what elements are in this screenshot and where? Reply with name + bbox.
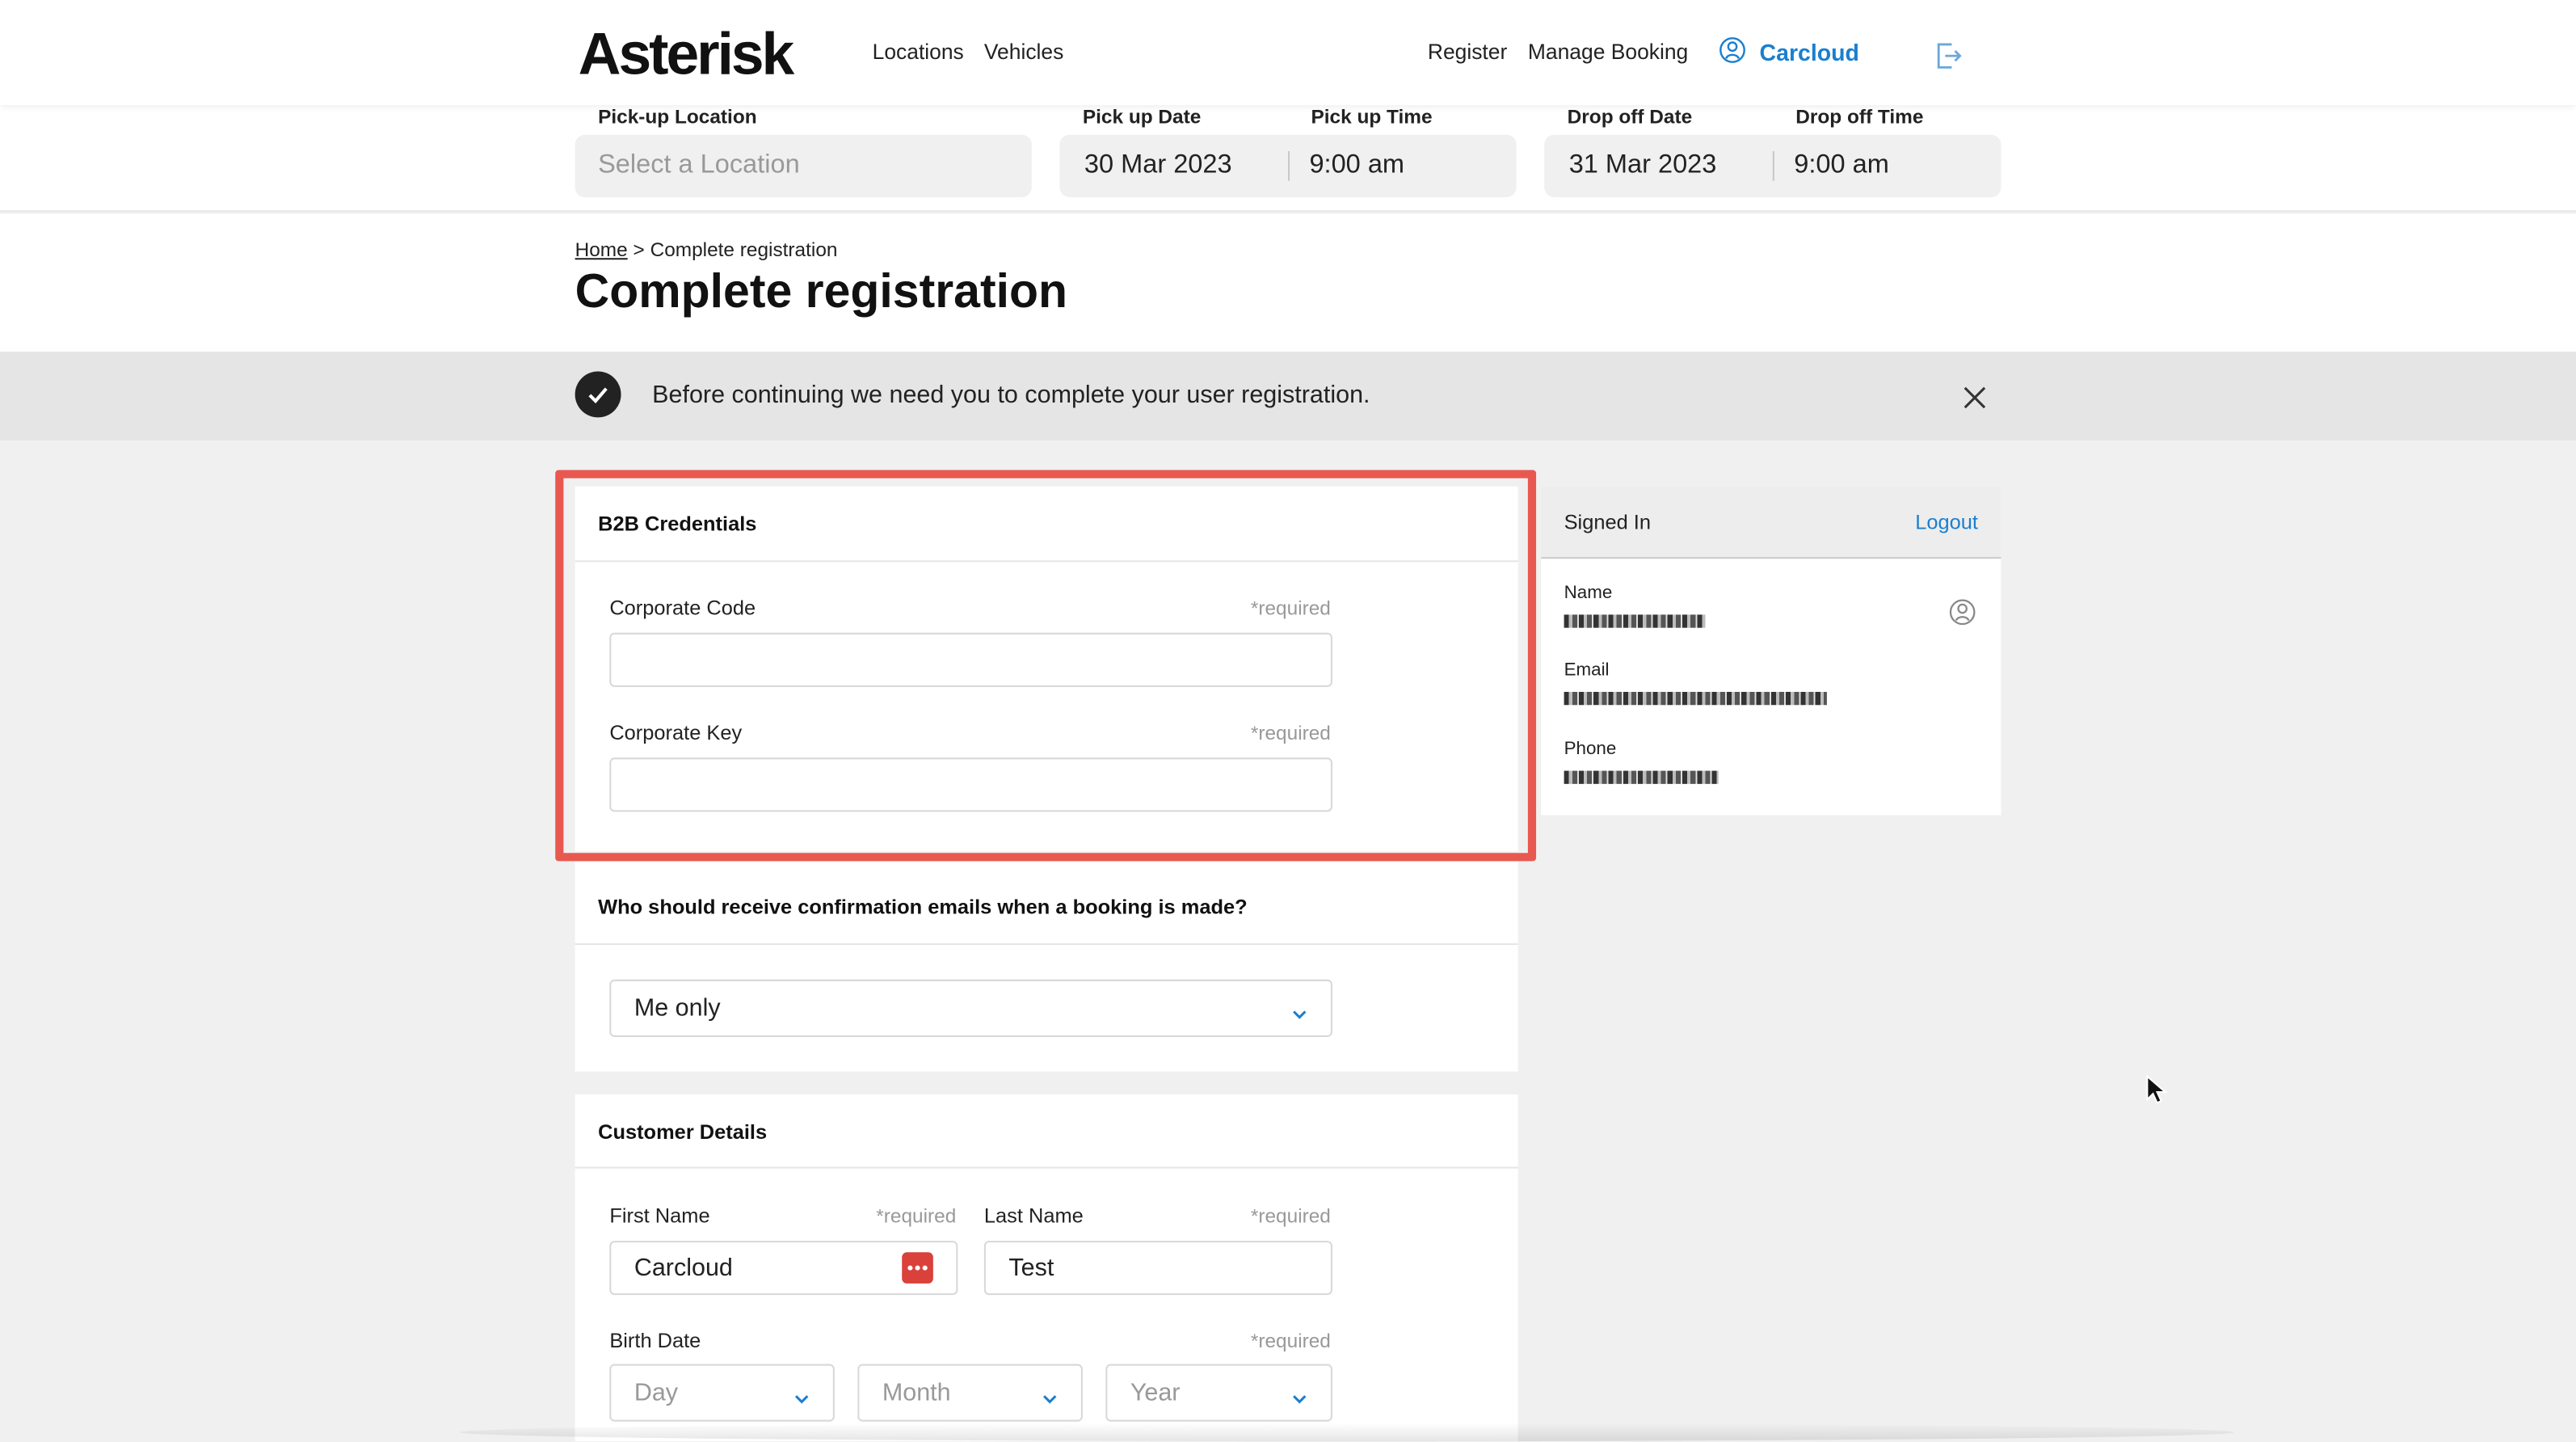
- pickup-date-label: Pick up Date: [1082, 105, 1202, 129]
- brand-logo[interactable]: Asterisk: [579, 19, 795, 88]
- nav-manage-booking[interactable]: Manage Booking: [1528, 40, 1688, 64]
- b2b-title: B2B Credentials: [598, 512, 757, 536]
- customer-title: Customer Details: [598, 1120, 768, 1145]
- corporate-code-required: *required: [1250, 597, 1331, 620]
- corporate-key-required: *required: [1250, 721, 1331, 745]
- registration-notice: Before continuing we need you to complet…: [0, 352, 2576, 441]
- window-bottom-shadow: [460, 1423, 2235, 1442]
- birth-date-required: *required: [1250, 1329, 1331, 1353]
- dropoff-date-value[interactable]: 31 Mar 2023: [1569, 151, 1717, 181]
- day-placeholder: Day: [633, 1378, 679, 1407]
- corporate-key-input[interactable]: [609, 757, 1332, 812]
- dropoff-divider: [1772, 151, 1774, 181]
- password-manager-icon[interactable]: [902, 1252, 933, 1284]
- redacted-name: [1564, 614, 1706, 628]
- pickup-date-value[interactable]: 30 Mar 2023: [1084, 151, 1232, 181]
- redacted-phone: [1564, 770, 1719, 784]
- close-icon[interactable]: [1962, 385, 1989, 411]
- dropoff-time-label: Drop off Time: [1795, 105, 1924, 129]
- nav-register[interactable]: Register: [1428, 40, 1507, 64]
- title-area: Home > Complete registration Complete re…: [0, 213, 2576, 352]
- signed-in-details: Name Email Phone: [1541, 559, 2001, 816]
- chevron-down-icon: [793, 1385, 810, 1403]
- pickup-time-label: Pick up Time: [1311, 105, 1433, 129]
- top-header: Asterisk Locations Vehicles Register Man…: [0, 0, 2576, 106]
- pickup-divider: [1288, 151, 1290, 181]
- page: Asterisk Locations Vehicles Register Man…: [0, 0, 2576, 1442]
- logout-icon[interactable]: [1932, 40, 1965, 73]
- signed-in-title: Signed In: [1564, 511, 1652, 534]
- card-divider: [575, 560, 1518, 563]
- nav-locations[interactable]: Locations: [873, 40, 964, 64]
- last-name-label: Last Name: [983, 1204, 1084, 1228]
- corporate-code-label: Corporate Code: [609, 597, 756, 620]
- corporate-code-input[interactable]: [609, 632, 1332, 687]
- breadcrumb-separator: >: [633, 238, 645, 262]
- chevron-down-icon: [1291, 1000, 1307, 1018]
- pickup-location-label: Pick-up Location: [598, 105, 757, 129]
- card-divider: [575, 943, 1518, 946]
- redacted-email: [1564, 691, 1827, 706]
- account-name: Carcloud: [1759, 39, 1859, 66]
- nav-vehicles[interactable]: Vehicles: [984, 40, 1063, 64]
- booking-search-bar: Pick-up Location Select a Location Pick …: [0, 105, 2576, 213]
- sidebar-logout-link[interactable]: Logout: [1915, 511, 1978, 533]
- year-placeholder: Year: [1130, 1378, 1181, 1407]
- confirmation-emails-card: Who should receive confirmation emails w…: [575, 861, 1518, 1072]
- first-name-value: Carcloud: [633, 1254, 733, 1282]
- page-title: Complete registration: [575, 266, 1068, 319]
- breadcrumb: Home > Complete registration: [575, 238, 838, 261]
- birth-month-select[interactable]: Month: [857, 1364, 1083, 1422]
- user-circle-icon: [1719, 36, 1747, 70]
- chevron-down-icon: [1291, 1385, 1307, 1403]
- card-divider: [575, 1166, 1518, 1169]
- birth-year-select[interactable]: Year: [1105, 1364, 1332, 1422]
- dropoff-date-label: Drop off Date: [1567, 105, 1693, 129]
- b2b-credentials-card: B2B Credentials Corporate Code *required…: [575, 486, 1518, 852]
- phone-label: Phone: [1564, 739, 1617, 760]
- customer-details-card: Customer Details First Name *required Ca…: [575, 1094, 1518, 1442]
- confirmation-selected-value: Me only: [633, 994, 721, 1022]
- first-name-label: First Name: [609, 1204, 710, 1228]
- email-label: Email: [1564, 660, 1610, 681]
- birth-date-label: Birth Date: [609, 1329, 701, 1353]
- dropoff-time-value[interactable]: 9:00 am: [1794, 151, 1889, 181]
- month-placeholder: Month: [882, 1378, 951, 1407]
- account-menu[interactable]: Carcloud: [1719, 36, 1859, 70]
- breadcrumb-home[interactable]: Home: [575, 238, 628, 261]
- check-circle-icon: [575, 371, 621, 418]
- corporate-key-label: Corporate Key: [609, 721, 743, 745]
- birth-day-select[interactable]: Day: [609, 1364, 835, 1422]
- pickup-location-placeholder: Select a Location: [598, 151, 800, 179]
- first-name-required: *required: [876, 1204, 957, 1228]
- confirmation-recipient-select[interactable]: Me only: [609, 979, 1332, 1037]
- breadcrumb-current: Complete registration: [650, 238, 838, 262]
- user-circle-icon: [1948, 598, 1976, 635]
- chevron-down-icon: [1042, 1385, 1058, 1403]
- last-name-input[interactable]: Test: [983, 1241, 1332, 1296]
- notice-text: Before continuing we need you to complet…: [652, 381, 1370, 410]
- mouse-cursor-icon: [2145, 1074, 2168, 1105]
- name-label: Name: [1564, 583, 1613, 604]
- confirmation-title: Who should receive confirmation emails w…: [598, 896, 1248, 919]
- first-name-input[interactable]: Carcloud: [609, 1241, 958, 1296]
- pickup-time-value[interactable]: 9:00 am: [1309, 151, 1404, 181]
- last-name-required: *required: [1250, 1204, 1331, 1228]
- signed-in-header: Signed In Logout: [1541, 486, 2001, 559]
